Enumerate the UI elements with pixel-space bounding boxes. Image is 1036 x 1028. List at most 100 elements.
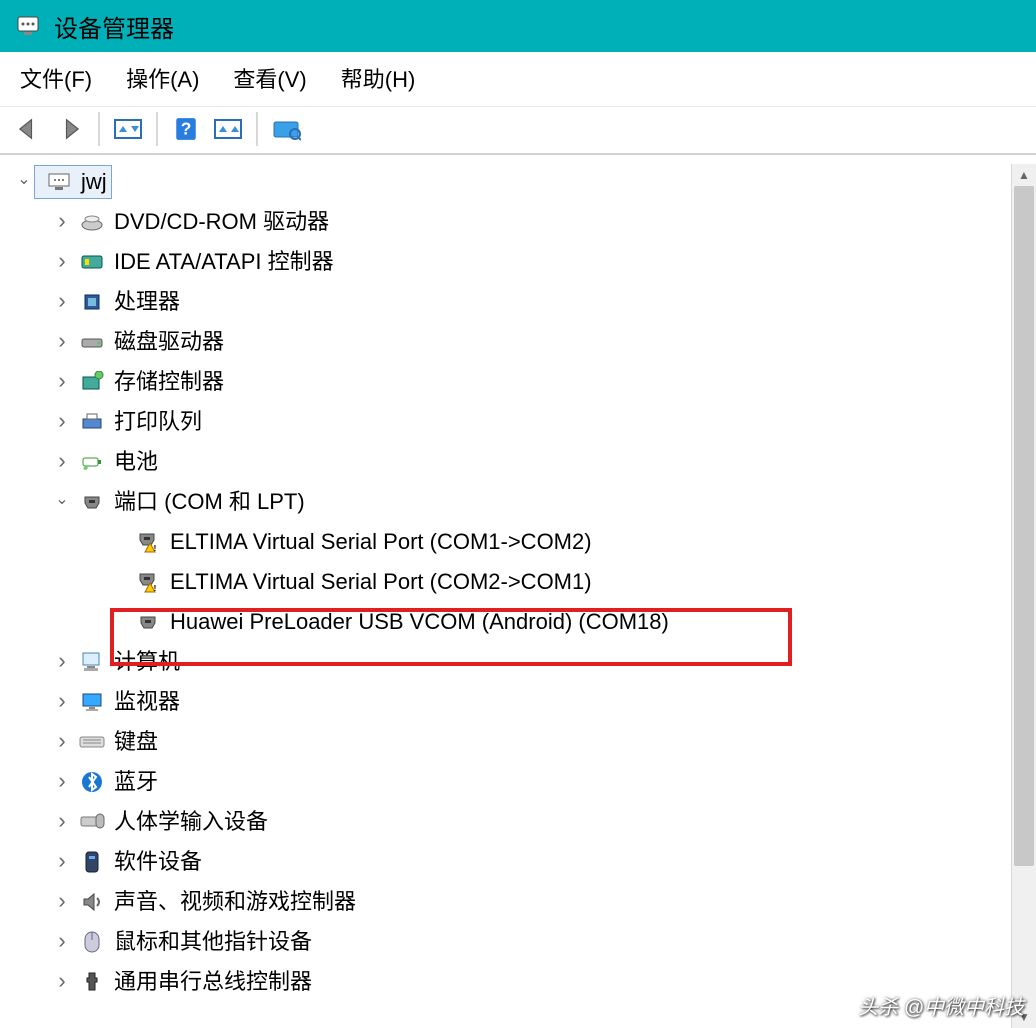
scan-button[interactable]	[268, 111, 304, 147]
svg-text:?: ?	[181, 118, 192, 138]
battery-icon	[78, 450, 106, 474]
tree-category[interactable]: 处理器	[10, 282, 1036, 322]
tree-category-label: 鼠标和其他指针设备	[114, 927, 312, 958]
show-hidden-button[interactable]	[210, 111, 246, 147]
tree-category-label: 蓝牙	[114, 767, 158, 798]
keyboard-icon	[78, 730, 106, 754]
disc-icon	[78, 210, 106, 234]
tree-category-label: DVD/CD-ROM 驱动器	[114, 207, 329, 238]
tree-category[interactable]: 键盘	[10, 722, 1036, 762]
expand-icon[interactable]	[52, 407, 72, 438]
expand-icon[interactable]	[52, 807, 72, 838]
cpu-icon	[78, 290, 106, 314]
tree-device[interactable]: Huawei PreLoader USB VCOM (Android) (COM…	[10, 602, 1036, 642]
watermark: 头杀 @中微中科技	[858, 991, 1024, 1020]
tree-category[interactable]: 监视器	[10, 682, 1036, 722]
tree-root-label: jwj	[81, 167, 107, 198]
tree-category-label: 人体学输入设备	[114, 807, 268, 838]
svg-text:!: !	[154, 544, 157, 553]
tree-device[interactable]: ! ELTIMA Virtual Serial Port (COM2->COM1)	[10, 562, 1036, 602]
tree-category[interactable]: 鼠标和其他指针设备	[10, 922, 1036, 962]
tree-category-label: 键盘	[114, 727, 158, 758]
tree-category[interactable]: 软件设备	[10, 842, 1036, 882]
expand-icon[interactable]	[52, 447, 72, 478]
tree-category[interactable]: DVD/CD-ROM 驱动器	[10, 202, 1036, 242]
tree-category-label: 计算机	[114, 647, 180, 678]
tree-category[interactable]: IDE ATA/ATAPI 控制器	[10, 242, 1036, 282]
expand-icon[interactable]	[52, 327, 72, 358]
scroll-up-icon[interactable]: ▲	[1012, 164, 1036, 186]
menu-bar: 文件(F) 操作(A) 查看(V) 帮助(H)	[0, 52, 1036, 107]
separator	[98, 112, 100, 146]
expand-icon[interactable]	[52, 491, 72, 513]
mouse-icon	[78, 930, 106, 954]
toolbar: ?	[0, 107, 1036, 155]
bluetooth-icon	[78, 770, 106, 794]
tree-category[interactable]: 计算机	[10, 642, 1036, 682]
expand-icon[interactable]	[52, 967, 72, 998]
monitor-icon	[78, 690, 106, 714]
tree-category[interactable]: 存储控制器	[10, 362, 1036, 402]
expand-icon[interactable]	[14, 171, 34, 193]
hdd-icon	[78, 330, 106, 354]
printer-icon	[78, 410, 106, 434]
help-button[interactable]: ?	[168, 111, 204, 147]
hid-icon	[78, 810, 106, 834]
port-warn-icon: !	[134, 570, 162, 594]
tree-category[interactable]: 声音、视频和游戏控制器	[10, 882, 1036, 922]
tree-category-label: 处理器	[114, 287, 180, 318]
tree-device-label: Huawei PreLoader USB VCOM (Android) (COM…	[170, 607, 669, 638]
menu-file[interactable]: 文件(F)	[20, 62, 92, 94]
menu-view[interactable]: 查看(V)	[233, 62, 306, 94]
menu-action[interactable]: 操作(A)	[126, 62, 199, 94]
tree-device-label: ELTIMA Virtual Serial Port (COM2->COM1)	[170, 567, 592, 598]
expand-icon[interactable]	[52, 207, 72, 238]
back-button[interactable]	[10, 111, 46, 147]
menu-help[interactable]: 帮助(H)	[341, 62, 416, 94]
device-tree: jwj DVD/CD-ROM 驱动器 IDE ATA/ATAPI 控制器处理器磁盘…	[0, 155, 1036, 1002]
tree-category[interactable]: 电池	[10, 442, 1036, 482]
title-bar: 设备管理器	[0, 0, 1036, 52]
card-icon	[78, 250, 106, 274]
storage-icon	[78, 370, 106, 394]
separator	[256, 112, 258, 146]
tree-category-label: 通用串行总线控制器	[114, 967, 312, 998]
expand-icon[interactable]	[52, 647, 72, 678]
separator	[156, 112, 158, 146]
tree-category-label: 存储控制器	[114, 367, 224, 398]
tree-category[interactable]: 端口 (COM 和 LPT)	[10, 482, 1036, 522]
port-icon	[134, 610, 162, 634]
tree-category-label: 磁盘驱动器	[114, 327, 224, 358]
expand-icon[interactable]	[52, 847, 72, 878]
usb-icon	[78, 970, 106, 994]
tree-category-label: 打印队列	[114, 407, 202, 438]
scrollbar-thumb[interactable]	[1014, 186, 1034, 866]
tree-device-label: ELTIMA Virtual Serial Port (COM1->COM2)	[170, 527, 592, 558]
computer-icon	[45, 170, 73, 194]
tree-category[interactable]: 打印队列	[10, 402, 1036, 442]
expand-icon[interactable]	[52, 247, 72, 278]
expand-icon[interactable]	[52, 287, 72, 318]
tree-category-label: 声音、视频和游戏控制器	[114, 887, 356, 918]
expand-icon[interactable]	[52, 927, 72, 958]
port-warn-icon: !	[134, 530, 162, 554]
tree-category-label: 端口 (COM 和 LPT)	[114, 487, 305, 518]
expand-icon[interactable]	[52, 687, 72, 718]
app-icon	[16, 14, 40, 38]
expand-icon[interactable]	[52, 367, 72, 398]
software-icon	[78, 850, 106, 874]
vertical-scrollbar[interactable]: ▲ ▼	[1011, 164, 1036, 1028]
tree-device[interactable]: ! ELTIMA Virtual Serial Port (COM1->COM2)	[10, 522, 1036, 562]
expand-icon[interactable]	[52, 727, 72, 758]
tree-category[interactable]: 蓝牙	[10, 762, 1036, 802]
tree-category[interactable]: 人体学输入设备	[10, 802, 1036, 842]
expand-icon[interactable]	[52, 887, 72, 918]
tree-category[interactable]: 磁盘驱动器	[10, 322, 1036, 362]
tree-category-label: 监视器	[114, 687, 180, 718]
expand-icon[interactable]	[52, 767, 72, 798]
tree-category-label: IDE ATA/ATAPI 控制器	[114, 247, 334, 278]
forward-button[interactable]	[52, 111, 88, 147]
audio-icon	[78, 890, 106, 914]
tree-root[interactable]: jwj	[10, 162, 1036, 202]
properties-button[interactable]	[110, 111, 146, 147]
